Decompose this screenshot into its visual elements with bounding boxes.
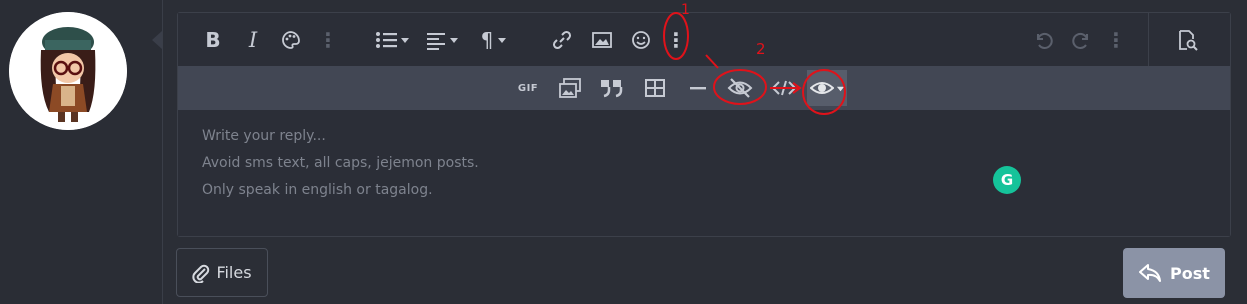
bold-icon: B <box>205 28 221 52</box>
reply-textarea[interactable]: Write your reply... Avoid sms text, all … <box>178 110 1230 236</box>
align-left-icon <box>427 33 458 50</box>
list-button[interactable] <box>374 27 412 53</box>
align-button[interactable] <box>426 27 462 53</box>
left-column <box>0 0 163 304</box>
link-icon <box>552 30 572 50</box>
more-vertical-icon: ⋮ <box>666 28 686 52</box>
more-options-button-history[interactable]: ⋮ <box>1106 27 1126 53</box>
files-label: Files <box>216 263 252 282</box>
preview-button[interactable] <box>1174 27 1200 53</box>
paperclip-icon <box>192 264 210 283</box>
toolbar-divider <box>1148 13 1149 66</box>
eye-icon <box>809 82 834 94</box>
insert-image-button[interactable] <box>589 27 615 53</box>
grammarly-icon[interactable]: G <box>993 166 1021 194</box>
image-icon <box>592 32 612 48</box>
editor-toolbar-main: B I ⋮ ¶ ⋮ ⋮ <box>178 13 1230 66</box>
placeholder-line-1: Write your reply... <box>202 128 326 144</box>
media-gallery-button[interactable] <box>556 75 584 101</box>
spoiler-dropdown-button[interactable] <box>807 70 847 106</box>
palette-icon <box>282 31 300 49</box>
undo-icon <box>1037 32 1053 49</box>
code-icon <box>771 80 797 96</box>
more-vertical-icon: ⋮ <box>1106 28 1126 52</box>
emoji-button[interactable] <box>628 27 654 53</box>
paragraph-button[interactable]: ¶ <box>476 27 512 53</box>
table-button[interactable] <box>641 75 669 101</box>
undo-button[interactable] <box>1030 27 1056 53</box>
eye-slash-icon <box>727 78 753 98</box>
placeholder-line-2: Avoid sms text, all caps, jejemon posts. <box>202 155 479 171</box>
list-icon <box>376 32 409 48</box>
link-button[interactable] <box>549 27 575 53</box>
redo-button[interactable] <box>1069 27 1095 53</box>
bold-button[interactable]: B <box>200 27 226 53</box>
italic-button[interactable]: I <box>240 27 266 53</box>
grammarly-glyph: G <box>1000 171 1014 189</box>
more-options-button[interactable]: ⋮ <box>318 27 338 53</box>
user-avatar[interactable] <box>9 12 127 130</box>
rich-text-editor: B I ⋮ ¶ ⋮ ⋮ GIF Write your reply... Avoi… <box>177 12 1231 237</box>
gif-icon: GIF <box>517 82 539 94</box>
horizontal-rule-button[interactable] <box>684 75 712 101</box>
chevron-down-icon <box>836 86 844 91</box>
minus-icon <box>690 87 706 90</box>
chevron-down-icon <box>498 38 507 43</box>
media-gallery-icon <box>559 78 581 98</box>
more-vertical-icon: ⋮ <box>318 28 338 52</box>
post-reply-button[interactable]: Post <box>1123 248 1225 298</box>
smiley-icon <box>632 31 650 49</box>
post-label: Post <box>1170 263 1210 283</box>
paragraph-icon: ¶ <box>480 28 494 52</box>
attach-files-button[interactable]: Files <box>176 248 268 297</box>
text-color-button[interactable] <box>278 27 304 53</box>
quote-button[interactable] <box>598 75 626 101</box>
editor-toolbar-secondary: GIF <box>178 66 1230 110</box>
placeholder-line-3: Only speak in english or tagalog. <box>202 182 433 198</box>
hide-content-button[interactable] <box>725 75 755 101</box>
code-button[interactable] <box>770 75 798 101</box>
redo-icon <box>1072 32 1088 49</box>
more-options-button-insert[interactable]: ⋮ <box>666 27 686 53</box>
table-icon <box>645 79 665 97</box>
reply-arrow-icon <box>1139 264 1162 282</box>
avatar-pointer <box>152 31 162 49</box>
document-search-icon <box>1179 30 1198 51</box>
italic-icon: I <box>248 28 258 52</box>
gif-button[interactable]: GIF <box>514 75 542 101</box>
quote-icon <box>601 80 623 98</box>
